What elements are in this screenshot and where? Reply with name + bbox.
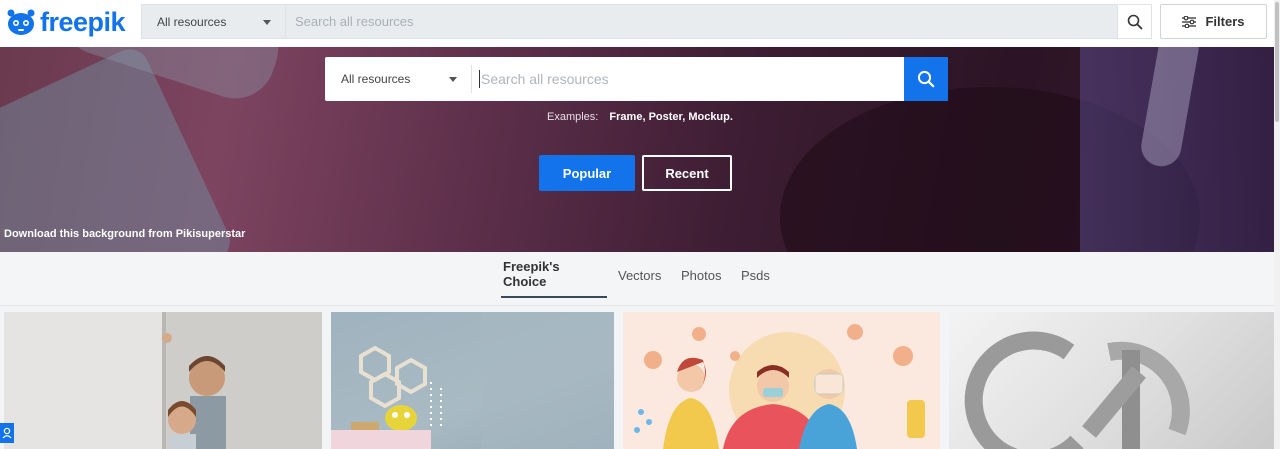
freepik-logo[interactable]: freepik (4, 4, 126, 40)
hero-search-input[interactable] (475, 57, 900, 101)
scrollbar-thumb[interactable] (1275, 2, 1279, 122)
search-examples: Examples: Frame, Poster, Mockup. (547, 111, 733, 123)
gallery-thumbnail (4, 312, 322, 449)
top-navigation-bar: freepik All resources Filters (0, 0, 1280, 47)
recent-button[interactable]: Recent (642, 155, 732, 191)
gallery-item[interactable] (331, 312, 614, 449)
tab-photos[interactable]: Photos (681, 252, 721, 298)
user-icon (2, 427, 12, 439)
example-link[interactable]: Mockup. (688, 111, 733, 123)
background-credit-link[interactable]: Download this background from Pikisupers… (4, 228, 245, 240)
top-search-bar: All resources (141, 4, 1152, 39)
brand-name: freepik (40, 6, 126, 37)
hero-search-bar: All resources (325, 57, 948, 101)
search-icon (1127, 14, 1142, 29)
filters-label: Filters (1205, 14, 1245, 29)
top-search-input[interactable] (288, 5, 1108, 38)
example-link[interactable]: Poster, (649, 111, 686, 123)
tab-vectors[interactable]: Vectors (618, 252, 661, 298)
hero-search-button[interactable] (904, 57, 948, 101)
caret-down-icon (449, 77, 457, 82)
gallery-thumbnail (331, 312, 614, 449)
hero-resource-select-label: All resources (341, 72, 411, 86)
divider (471, 65, 472, 93)
category-tabs: Freepik's Choice Vectors Photos Psds (0, 252, 1274, 306)
top-resource-select[interactable]: All resources (142, 5, 286, 38)
gallery-item[interactable] (4, 312, 322, 449)
hero-resource-select[interactable]: All resources (325, 57, 471, 101)
example-link[interactable]: Frame, (609, 111, 645, 123)
freepik-logo-icon (7, 9, 35, 35)
tab-freepiks-choice[interactable]: Freepik's Choice (501, 252, 607, 298)
popular-button[interactable]: Popular (539, 155, 635, 191)
search-icon (917, 70, 935, 88)
tab-psds[interactable]: Psds (741, 252, 770, 298)
examples-label: Examples: (547, 111, 599, 123)
user-account-button[interactable] (0, 423, 14, 443)
top-search-button[interactable] (1117, 5, 1151, 38)
gallery-item[interactable] (623, 312, 940, 449)
sliders-icon (1182, 15, 1197, 28)
gallery-thumbnail (964, 331, 1190, 449)
caret-down-icon (263, 20, 271, 25)
top-resource-select-label: All resources (157, 14, 227, 29)
gallery-item[interactable] (949, 312, 1274, 449)
filters-button[interactable]: Filters (1160, 4, 1267, 39)
gallery-thumbnail (634, 324, 925, 449)
hero-banner: All resources Examples: Frame, Poster, M… (0, 47, 1274, 252)
text-cursor (479, 70, 480, 88)
